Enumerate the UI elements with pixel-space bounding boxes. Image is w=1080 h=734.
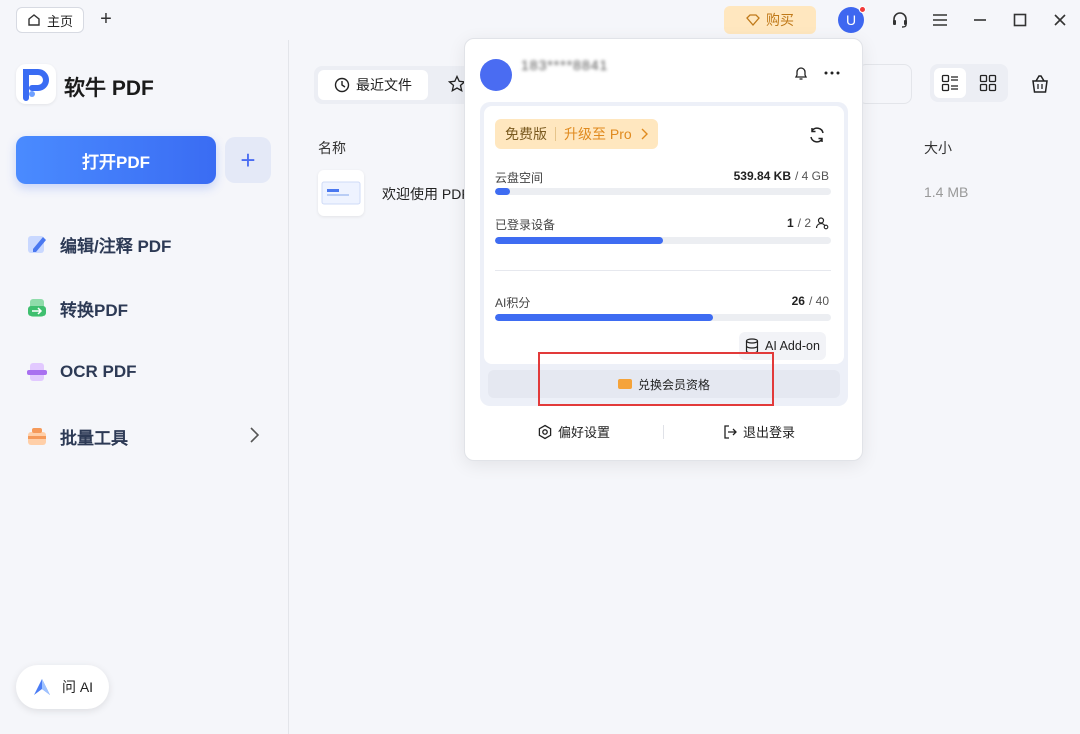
ai-addon-label: AI Add-on: [765, 339, 820, 353]
list-view-button[interactable]: [934, 68, 966, 98]
add-button[interactable]: +: [225, 137, 271, 183]
cloud-total: / 4 GB: [794, 169, 829, 183]
preferences-button[interactable]: 偏好设置: [537, 422, 610, 441]
footer-divider: [663, 425, 664, 439]
more-options-icon[interactable]: [823, 65, 841, 81]
account-card: 免费版 升级至 Pro 云盘空间 539.84 KB / 4 GB 已登录设备 …: [480, 102, 848, 406]
column-header-name[interactable]: 名称: [318, 138, 346, 158]
minimize-icon[interactable]: [970, 10, 990, 30]
support-headset-icon[interactable]: [890, 10, 910, 30]
grid-view-button[interactable]: [972, 68, 1004, 98]
tab-recent-files[interactable]: 最近文件: [318, 70, 428, 100]
batch-tools-icon: [24, 423, 50, 449]
sidebar-item-label: OCR PDF: [60, 362, 137, 381]
logout-label: 退出登录: [743, 425, 796, 440]
home-icon: [28, 14, 40, 26]
sidebar-item-label: 转换PDF: [60, 300, 128, 320]
ocr-icon: [24, 359, 50, 385]
plan-free-label: 免费版: [505, 126, 547, 142]
new-tab-button[interactable]: +: [96, 9, 116, 29]
view-toggle: [930, 64, 1008, 102]
preferences-label: 偏好设置: [558, 425, 611, 440]
devices-total: / 2: [797, 216, 811, 230]
ask-ai-button[interactable]: 问 AI: [16, 665, 109, 709]
cloud-storage-fill: [495, 188, 510, 195]
popup-avatar: [480, 59, 512, 91]
database-icon: [745, 338, 759, 354]
devices-bar: [495, 237, 831, 244]
sidebar-item-edit[interactable]: 编辑/注释 PDF: [24, 224, 274, 264]
buy-button[interactable]: 购买: [724, 6, 816, 34]
ai-credits-fill: [495, 314, 714, 321]
bell-icon[interactable]: [793, 65, 809, 81]
tab-home[interactable]: 主页: [16, 7, 85, 33]
chevron-right-icon: [250, 427, 260, 443]
stats-divider: [495, 270, 831, 271]
tab-recent-label: 最近文件: [356, 77, 412, 93]
settings-icon: [538, 424, 552, 439]
sidebar-item-ocr[interactable]: OCR PDF: [24, 352, 274, 392]
plan-divider: [555, 127, 556, 141]
ticket-icon: [617, 379, 632, 389]
popup-footer: 偏好设置 退出登录: [465, 422, 862, 442]
plan-badge[interactable]: 免费版 升级至 Pro: [495, 119, 658, 149]
account-stats: 免费版 升级至 Pro 云盘空间 539.84 KB / 4 GB 已登录设备 …: [484, 106, 844, 364]
upgrade-pro-link[interactable]: 升级至 Pro: [564, 124, 632, 144]
diamond-icon: [746, 14, 760, 26]
logout-button[interactable]: 退出登录: [722, 422, 795, 441]
ai-sparkle-icon: [33, 679, 50, 695]
buy-label: 购买: [766, 12, 794, 28]
chevron-right-icon: [641, 128, 648, 140]
avatar-letter: U: [845, 12, 857, 28]
menu-icon[interactable]: [930, 10, 950, 30]
sidebar: 软牛 PDF 打开PDF + 编辑/注释 PDF 转换PDF OCR PDF 批…: [0, 40, 289, 734]
app-name: 软牛 PDF: [64, 77, 154, 100]
close-icon[interactable]: [1050, 10, 1070, 30]
cloud-used: 539.84 KB: [733, 169, 791, 183]
file-size: 1.4 MB: [924, 184, 969, 200]
cloud-storage-bar: [495, 188, 831, 195]
ai-credits-bar: [495, 314, 831, 321]
open-pdf-button[interactable]: 打开PDF: [16, 136, 216, 184]
trash-icon[interactable]: [1030, 74, 1050, 99]
devices-label: 已登录设备: [495, 218, 556, 232]
sidebar-item-batch[interactable]: 批量工具: [24, 416, 274, 456]
user-avatar-button[interactable]: U: [838, 6, 866, 33]
ai-addon-button[interactable]: AI Add-on: [739, 332, 826, 360]
notification-dot: [859, 6, 866, 13]
clock-icon: [334, 77, 350, 93]
manage-devices-icon[interactable]: [815, 216, 829, 230]
devices-used: 1: [786, 216, 794, 230]
sidebar-item-convert[interactable]: 转换PDF: [24, 288, 274, 328]
refresh-icon[interactable]: [808, 126, 826, 144]
app-logo: [16, 64, 56, 104]
title-bar: 主页 + 购买 U: [0, 0, 1080, 40]
search-input[interactable]: [858, 64, 912, 104]
ai-credits-label: AI积分: [495, 296, 531, 310]
tab-home-label: 主页: [47, 13, 74, 29]
sidebar-item-label: 编辑/注释 PDF: [60, 236, 172, 256]
ai-used: 26: [791, 294, 805, 308]
file-thumbnail[interactable]: [318, 170, 364, 216]
redeem-label: 兑换会员资格: [637, 377, 710, 392]
maximize-icon[interactable]: [1010, 10, 1030, 30]
column-header-size[interactable]: 大小: [924, 138, 952, 158]
logout-icon: [724, 424, 737, 439]
account-popup: 183****8841 免费版 升级至 Pro 云盘空间 539.84 KB /…: [464, 38, 863, 461]
cloud-storage-label: 云盘空间: [495, 171, 544, 185]
edit-annotate-icon: [24, 231, 50, 257]
devices-fill: [495, 237, 663, 244]
ai-credits-value: 26 / 40: [792, 294, 829, 308]
file-name[interactable]: 欢迎使用 PDF: [382, 184, 472, 204]
ai-total: / 40: [808, 294, 829, 308]
devices-value: 1 / 2: [787, 216, 829, 230]
list-view-icon: [941, 74, 958, 92]
ask-ai-label: 问 AI: [61, 679, 94, 695]
convert-icon: [24, 295, 50, 321]
cloud-storage-value: 539.84 KB / 4 GB: [734, 169, 829, 183]
sidebar-item-label: 批量工具: [60, 428, 128, 448]
grid-view-icon: [979, 74, 997, 92]
popup-username: 183****8841: [521, 57, 609, 73]
redeem-membership-button[interactable]: 兑换会员资格: [488, 370, 840, 398]
